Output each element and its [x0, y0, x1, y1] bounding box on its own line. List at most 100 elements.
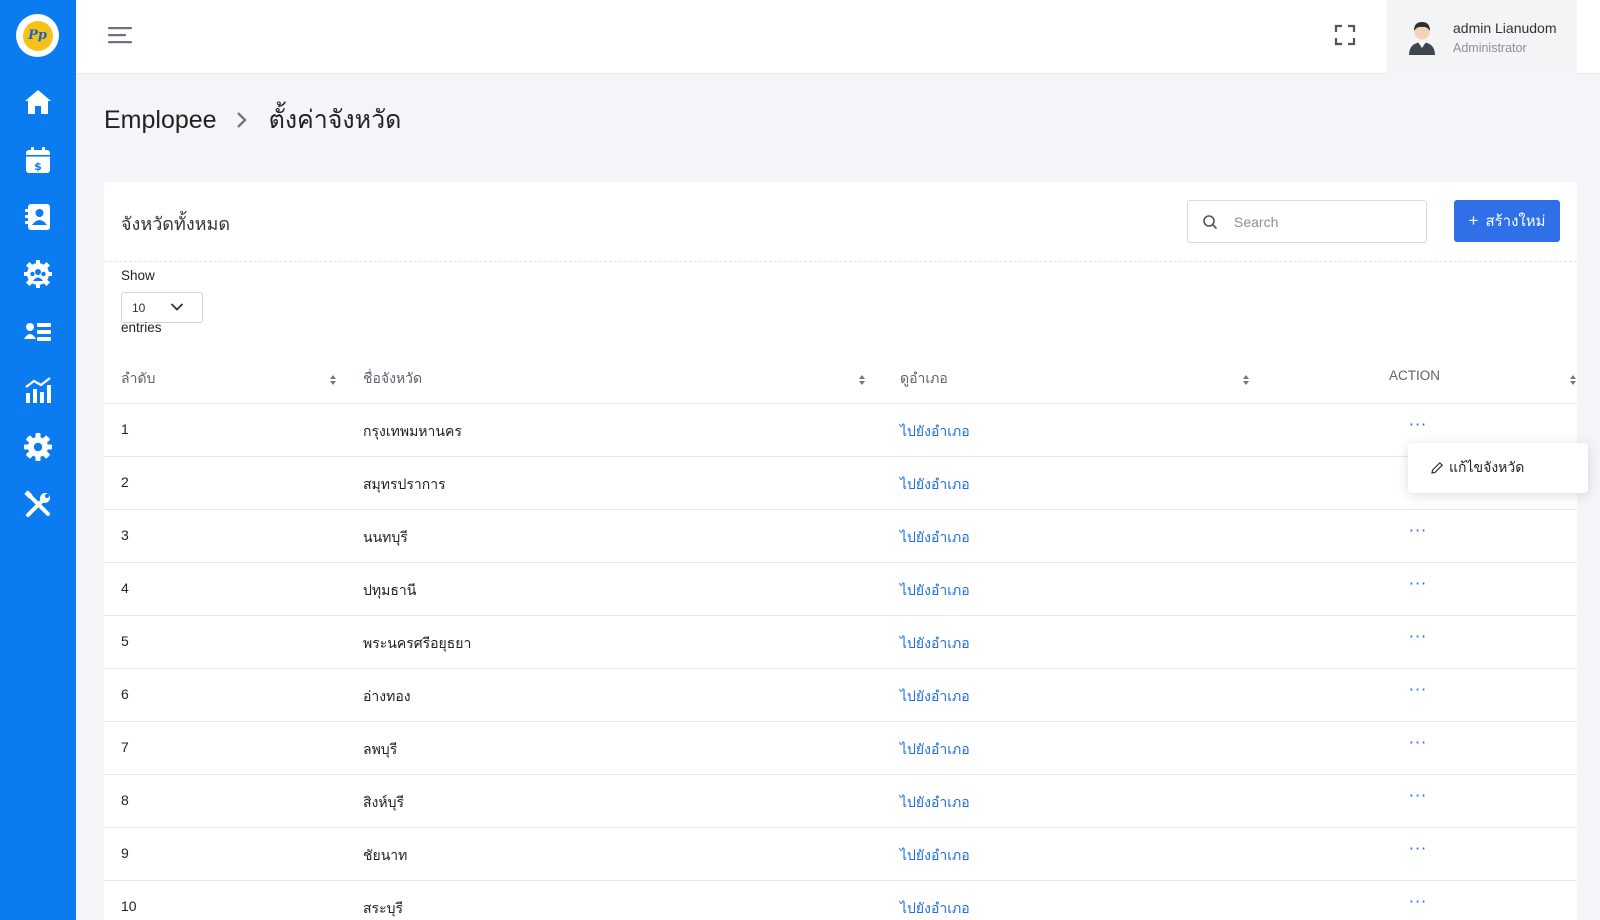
- edit-province-label: แก้ไขจังหวัด: [1449, 459, 1525, 475]
- table-row: 1 กรุงเทพมหานคร ไปยังอำเภอ ···: [104, 404, 1577, 457]
- province-name: ชัยนาท: [363, 847, 408, 863]
- pencil-icon: [1431, 461, 1444, 474]
- row-action-menu-icon[interactable]: ···: [1406, 785, 1430, 805]
- table-row: 2 สมุทรปราการ ไปยังอำเภอ: [104, 457, 1577, 510]
- sidebar-item-settings[interactable]: [22, 431, 54, 463]
- entries-select[interactable]: 10: [121, 292, 203, 323]
- row-action-menu-icon[interactable]: ···: [1406, 414, 1430, 434]
- sidebar-item-contacts[interactable]: [22, 201, 54, 233]
- card-title: จังหวัดทั้งหมด: [121, 214, 231, 234]
- breadcrumb-parent[interactable]: Emplopee: [104, 106, 217, 135]
- app-logo[interactable]: Pp: [16, 14, 59, 57]
- sort-icon[interactable]: [1242, 374, 1250, 386]
- province-name: ลพบุรี: [363, 741, 398, 757]
- sidebar-item-payroll[interactable]: $: [22, 144, 54, 176]
- sidebar-item-reports[interactable]: [22, 374, 54, 406]
- view-district-link[interactable]: ไปยังอำเภอ: [900, 421, 970, 443]
- province-name: อ่างทอง: [363, 688, 411, 704]
- province-name: สระบุรี: [363, 900, 403, 916]
- row-action-menu-icon[interactable]: ···: [1406, 838, 1430, 858]
- team-gear-icon: [24, 260, 52, 288]
- row-number: 8: [121, 792, 129, 808]
- search-input[interactable]: [1234, 213, 1424, 230]
- row-number: 10: [121, 898, 137, 914]
- view-district-link[interactable]: ไปยังอำเภอ: [900, 686, 970, 708]
- row-action-menu-icon[interactable]: ···: [1406, 679, 1430, 699]
- province-name: นนทบุรี: [363, 529, 408, 545]
- sidebar-item-team[interactable]: [22, 258, 54, 290]
- view-district-link[interactable]: ไปยังอำเภอ: [900, 633, 970, 655]
- table-row: 8 สิงห์บุรี ไปยังอำเภอ ···: [104, 775, 1577, 828]
- create-new-label: สร้างใหม่: [1485, 213, 1546, 230]
- menu-toggle-icon[interactable]: [108, 24, 134, 46]
- column-header-province[interactable]: ชื่อจังหวัด: [363, 368, 422, 390]
- calendar-dollar-icon: $: [26, 147, 50, 173]
- table-row: 5 พระนครศรีอยุธยา ไปยังอำเภอ ···: [104, 616, 1577, 669]
- user-role: Administrator: [1453, 40, 1527, 55]
- row-action-menu-icon[interactable]: ···: [1406, 732, 1430, 752]
- province-name: สิงห์บุรี: [363, 794, 405, 810]
- search-box[interactable]: [1187, 200, 1427, 243]
- sidebar-item-employees[interactable]: [22, 316, 54, 348]
- table-row: 9 ชัยนาท ไปยังอำเภอ ···: [104, 828, 1577, 881]
- province-name: กรุงเทพมหานคร: [363, 423, 462, 439]
- column-header-action[interactable]: ACTION: [1389, 368, 1440, 383]
- view-district-link[interactable]: ไปยังอำเภอ: [900, 898, 970, 920]
- view-district-link[interactable]: ไปยังอำเภอ: [900, 580, 970, 602]
- province-name: พระนครศรีอยุธยา: [363, 635, 472, 651]
- card-header: จังหวัดทั้งหมด + สร้างใหม่: [104, 182, 1577, 262]
- user-name: admin Lianudom: [1453, 19, 1557, 36]
- plus-icon: +: [1468, 211, 1479, 230]
- logo-mark: Pp: [22, 20, 53, 51]
- view-district-link[interactable]: ไปยังอำเภอ: [900, 845, 970, 867]
- table-header: ลำดับ ชื่อจังหวัด ดูอำเภอ ACTION: [104, 352, 1577, 404]
- row-number: 7: [121, 739, 129, 755]
- row-number: 6: [121, 686, 129, 702]
- user-list-icon: [24, 323, 51, 341]
- edit-province-menu-item[interactable]: แก้ไขจังหวัด: [1408, 443, 1588, 493]
- table-row: 7 ลพบุรี ไปยังอำเภอ ···: [104, 722, 1577, 775]
- settings-gear-icon: [24, 433, 52, 461]
- row-action-menu-icon[interactable]: ···: [1406, 626, 1430, 646]
- row-number: 3: [121, 527, 129, 543]
- column-header-district[interactable]: ดูอำเภอ: [900, 368, 948, 390]
- view-district-link[interactable]: ไปยังอำเภอ: [900, 739, 970, 761]
- svg-text:$: $: [34, 160, 42, 173]
- top-bar: admin Lianudom Administrator: [76, 0, 1600, 74]
- row-number: 2: [121, 474, 129, 490]
- fullscreen-icon[interactable]: [1334, 24, 1356, 46]
- sort-icon[interactable]: [858, 374, 866, 386]
- view-district-link[interactable]: ไปยังอำเภอ: [900, 792, 970, 814]
- search-icon: [1203, 214, 1218, 229]
- sidebar: Pp $: [0, 0, 76, 920]
- entries-select-value: 10: [132, 300, 146, 315]
- table-row: 6 อ่างทอง ไปยังอำเภอ ···: [104, 669, 1577, 722]
- contact-book-icon: [25, 204, 50, 230]
- page-title: ตั้งค่าจังหวัด: [268, 106, 402, 134]
- table-row: 3 นนทบุรี ไปยังอำเภอ ···: [104, 510, 1577, 563]
- bar-chart-icon: [25, 377, 51, 403]
- user-info: admin Lianudom Administrator: [1453, 20, 1557, 55]
- province-name: ปทุมธานี: [363, 582, 417, 598]
- sort-icon[interactable]: [1569, 374, 1577, 386]
- avatar: [1409, 22, 1435, 55]
- sidebar-item-home[interactable]: [22, 86, 54, 118]
- row-number: 1: [121, 421, 129, 437]
- home-icon: [25, 90, 51, 114]
- table-row: 4 ปทุมธานี ไปยังอำเภอ ···: [104, 563, 1577, 616]
- row-action-menu-icon[interactable]: ···: [1406, 520, 1430, 540]
- entries-label: entries: [121, 320, 162, 335]
- sort-icon[interactable]: [329, 374, 337, 386]
- sidebar-item-tools[interactable]: [22, 489, 54, 521]
- row-action-menu-icon[interactable]: ···: [1406, 891, 1430, 911]
- table-row: 10 สระบุรี ไปยังอำเภอ ···: [104, 881, 1577, 920]
- create-new-button[interactable]: + สร้างใหม่: [1454, 200, 1560, 242]
- user-menu[interactable]: admin Lianudom Administrator: [1387, 0, 1577, 74]
- chevron-right-icon: [236, 112, 247, 128]
- breadcrumb: Emplopee ตั้งค่าจังหวัด: [104, 100, 401, 140]
- view-district-link[interactable]: ไปยังอำเภอ: [900, 474, 970, 496]
- column-header-no[interactable]: ลำดับ: [121, 368, 155, 390]
- view-district-link[interactable]: ไปยังอำเภอ: [900, 527, 970, 549]
- row-action-menu-icon[interactable]: ···: [1406, 573, 1430, 593]
- chevron-down-icon: [170, 303, 184, 311]
